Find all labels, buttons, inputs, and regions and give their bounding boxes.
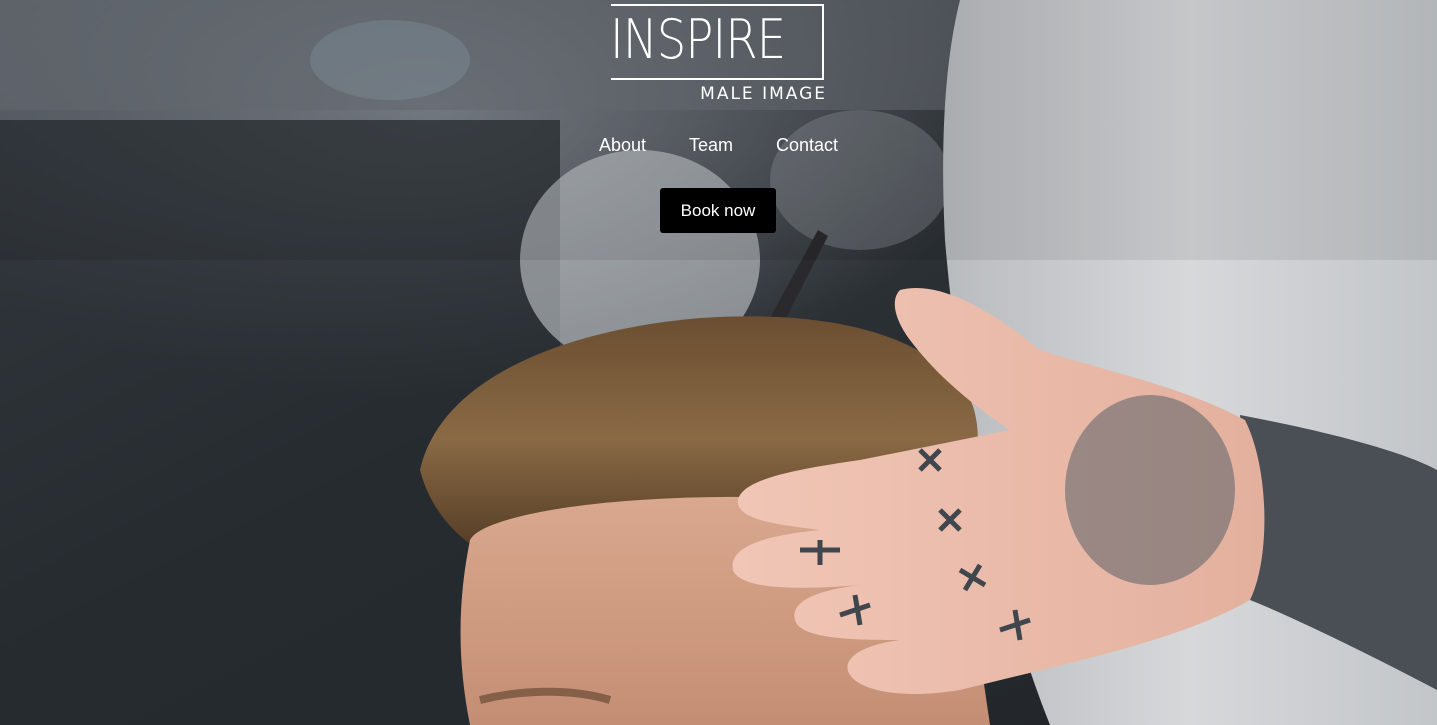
nav-link-about[interactable]: About — [599, 132, 646, 158]
hero-background-photo — [0, 0, 1437, 725]
logo-title: INSPIRE — [610, 8, 786, 71]
logo-subtitle: MALE IMAGE — [700, 84, 827, 104]
brand-logo[interactable]: INSPIRE MALE IMAGE — [610, 4, 827, 106]
main-nav: About Team Contact — [0, 132, 1437, 158]
book-now-button[interactable]: Book now — [660, 188, 776, 233]
hero-section: INSPIRE MALE IMAGE About Team Contact Bo… — [0, 0, 1437, 725]
nav-link-team[interactable]: Team — [689, 132, 733, 158]
nav-link-contact[interactable]: Contact — [776, 132, 838, 158]
